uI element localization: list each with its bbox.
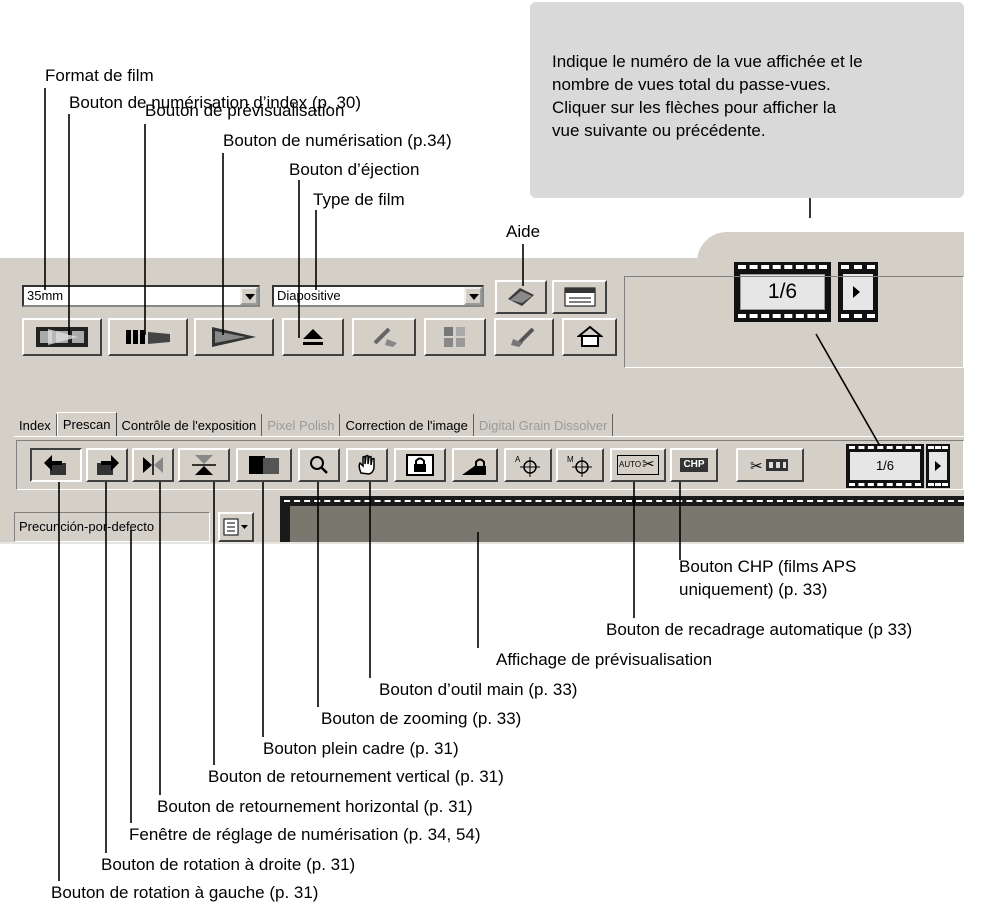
chevron-down-icon[interactable]: [240, 287, 258, 305]
film-type-value: Diapositive: [277, 288, 341, 303]
hand-tool-button[interactable]: [346, 448, 388, 482]
hand-icon: [358, 454, 375, 475]
label-rotate-left: Bouton de rotation à gauche (p. 31): [51, 883, 319, 902]
manual-focus-icon: M: [567, 455, 592, 477]
manual-focus-button[interactable]: M: [556, 448, 604, 482]
info-panel: [624, 276, 964, 368]
lock-frame-icon: [406, 454, 434, 476]
rotate-right-icon: [97, 455, 119, 475]
brush-icon: [373, 327, 397, 347]
cut-film-button[interactable]: ✂: [736, 448, 804, 482]
next-arrow-icon: [935, 461, 941, 471]
cut-film-icon: ✂: [750, 458, 788, 475]
film-frame-counter: 1/6: [846, 444, 924, 488]
auto-crop-icon: AUTO ✂: [617, 455, 659, 475]
preferences-button[interactable]: [552, 280, 607, 314]
label-flip-horizontal: Bouton de retournement horizontal (p. 31…: [157, 797, 473, 816]
house-icon: [576, 325, 603, 347]
window-icon: [564, 287, 595, 307]
label-flip-vertical: Bouton de retournement vertical (p. 31): [208, 767, 504, 786]
chp-icon: CHP: [680, 458, 708, 472]
zoom-button[interactable]: [298, 448, 340, 482]
tab-digital-grain-dissolver[interactable]: Digital Grain Dissolver: [474, 414, 614, 436]
rotate-left-icon: [44, 455, 66, 475]
grid-icon: [444, 327, 465, 347]
prescan-icon: [126, 330, 170, 344]
rotate-left-button[interactable]: [30, 448, 82, 482]
flip-horizontal-button[interactable]: [132, 448, 174, 482]
rotate-right-button[interactable]: [86, 448, 128, 482]
auto-label: AUTO: [619, 460, 642, 469]
label-eject: Bouton d’éjection: [289, 160, 420, 179]
tab-exposure-control[interactable]: Contrôle de l'exposition: [117, 414, 263, 436]
lock-gradient-icon: [462, 458, 486, 475]
eject-button[interactable]: [282, 318, 344, 356]
layout-button[interactable]: [424, 318, 486, 356]
tab-bar: Index Prescan Contrôle de l'exposition P…: [14, 412, 614, 437]
next-frame-button[interactable]: [926, 444, 950, 488]
label-auto-crop: Bouton de recadrage automatique (p 33): [606, 620, 913, 639]
label-chp: Bouton CHP (films APS uniquement) (p. 33…: [679, 557, 857, 599]
svg-text:✂: ✂: [750, 458, 763, 475]
scan-settings-value: Precunción-por-defecto: [19, 519, 155, 534]
label-hand-tool: Bouton d’outil main (p. 33): [379, 680, 578, 699]
label-film-type: Type de film: [313, 190, 405, 209]
label-rotate-right: Bouton de rotation à droite (p. 31): [101, 855, 356, 874]
brush-apply-icon: [511, 327, 535, 347]
label-scan: Bouton de numérisation (p.34): [223, 131, 452, 150]
full-frame-button[interactable]: [236, 448, 292, 482]
settings-button[interactable]: [562, 318, 617, 356]
scan-arrow-icon: [212, 327, 256, 347]
label-full-frame: Bouton plein cadre (p. 31): [263, 739, 459, 758]
label-prescan: Bouton de prévisualisation: [145, 101, 345, 120]
flip-vertical-icon: [192, 455, 216, 475]
chevron-down-icon[interactable]: [464, 287, 482, 305]
auto-focus-icon: A: [515, 455, 540, 477]
list-dropdown-icon: [223, 518, 248, 536]
callout-text: Indique le numéro de la vue affichée et …: [552, 52, 863, 140]
index-scan-button[interactable]: [22, 318, 102, 356]
tab-image-correction[interactable]: Correction de l'image: [340, 414, 474, 436]
film-format-select[interactable]: 35mm: [22, 285, 260, 307]
scan-button[interactable]: [194, 318, 274, 356]
svg-text:A: A: [515, 455, 521, 464]
svg-text:M: M: [567, 455, 574, 464]
label-film-format: Format de film: [45, 66, 154, 85]
help-book-icon: [508, 288, 534, 306]
film-format-value: 35mm: [27, 288, 64, 303]
film-type-select[interactable]: Diapositive: [272, 285, 484, 307]
auto-focus-button[interactable]: A: [504, 448, 552, 482]
flip-horizontal-icon: [143, 455, 163, 475]
flip-vertical-button[interactable]: [178, 448, 230, 482]
chp-button[interactable]: CHP: [670, 448, 718, 482]
info-callout: Indique le numéro de la vue affichée et …: [530, 2, 964, 198]
label-scan-settings-window: Fenêtre de réglage de numérisation (p. 3…: [129, 825, 481, 844]
clear-button[interactable]: [352, 318, 416, 356]
scan-settings-window[interactable]: Precunción-por-defecto: [14, 512, 210, 542]
frame-counter: 1/6: [850, 452, 920, 480]
lock-exposure-button[interactable]: [452, 448, 498, 482]
index-scan-icon: [36, 327, 88, 347]
full-frame-icon: [249, 456, 279, 474]
label-zoom: Bouton de zooming (p. 33): [321, 709, 522, 728]
preview-display[interactable]: [280, 496, 964, 542]
scissors-icon: ✂: [642, 456, 655, 473]
label-preview-display: Affichage de prévisualisation: [496, 650, 713, 669]
tab-index[interactable]: Index: [14, 414, 57, 436]
label-help: Aide: [506, 222, 541, 241]
magnifier-icon: [310, 456, 328, 474]
prescan-button[interactable]: [108, 318, 188, 356]
lock-button[interactable]: [394, 448, 446, 482]
tab-pixel-polish[interactable]: Pixel Polish: [262, 414, 341, 436]
help-button[interactable]: [495, 280, 547, 314]
settings-menu-button[interactable]: [218, 512, 254, 542]
tab-prescan[interactable]: Prescan: [56, 412, 117, 437]
eject-icon: [303, 329, 323, 345]
auto-crop-button[interactable]: AUTO ✂: [610, 448, 666, 482]
apply-button[interactable]: [494, 318, 554, 356]
